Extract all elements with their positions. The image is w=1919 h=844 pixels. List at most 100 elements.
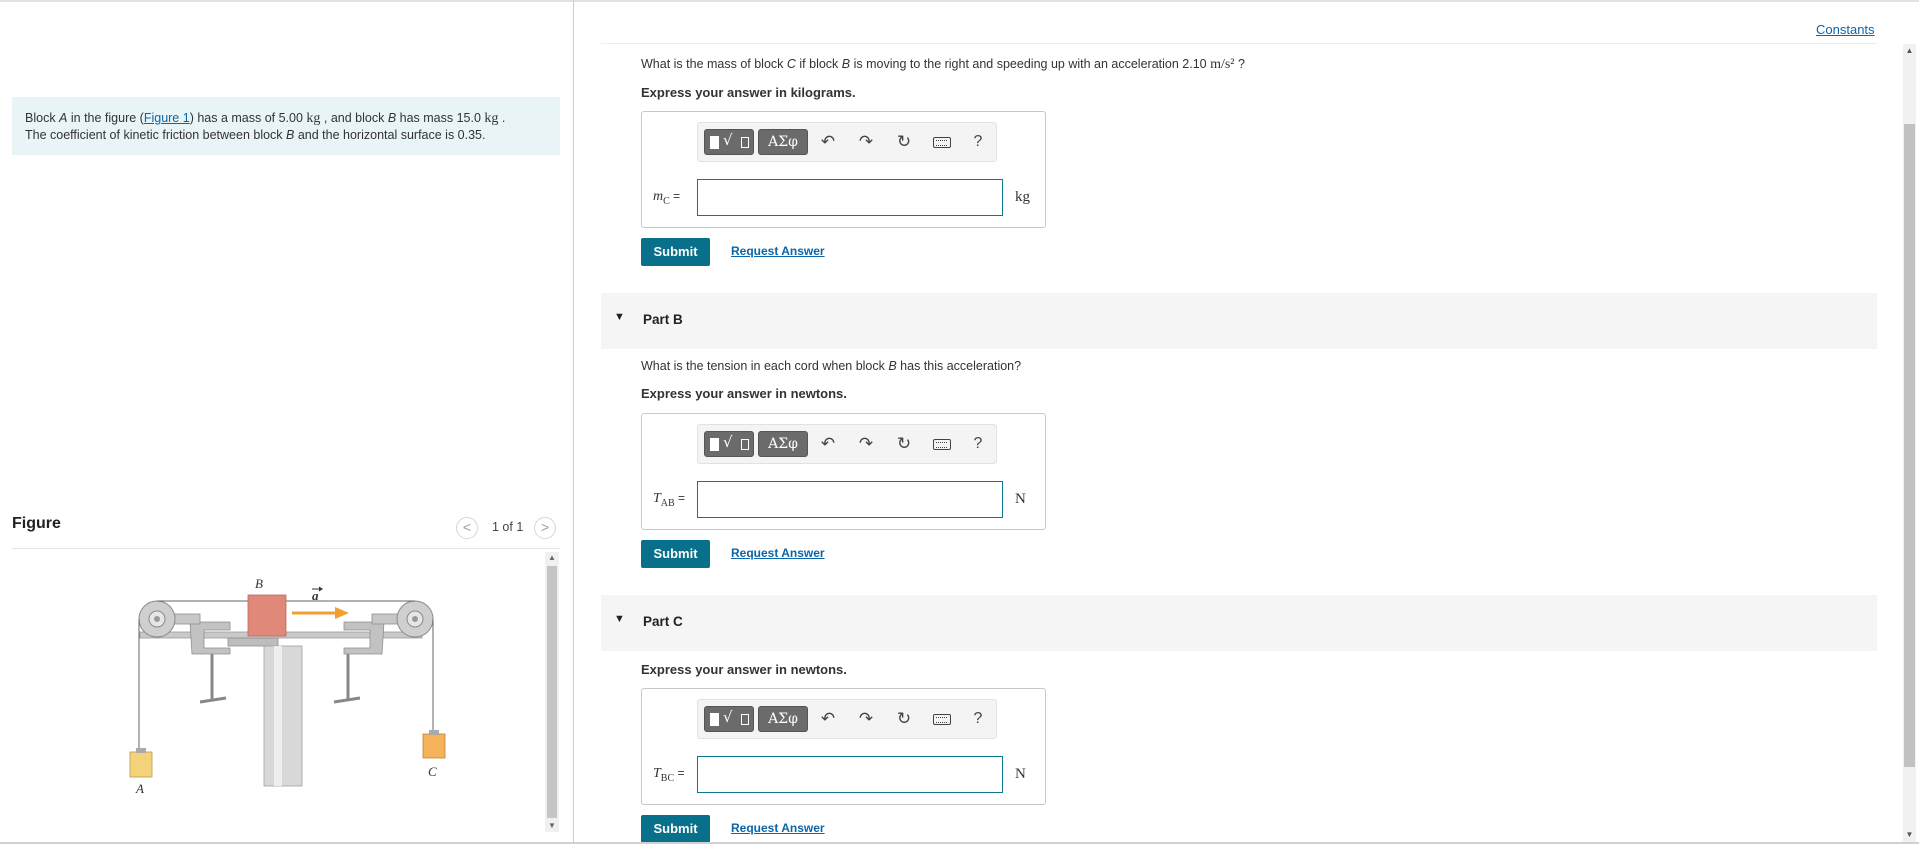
block-b-symbol: B <box>888 359 897 373</box>
question-text: ? <box>1234 57 1245 71</box>
constants-link[interactable]: Constants <box>1816 22 1875 37</box>
problem-text: Block <box>25 111 60 125</box>
figure-scrollbar[interactable]: ▲ ▼ <box>545 552 559 832</box>
page-scroll-down-arrow[interactable]: ▼ <box>1903 830 1916 839</box>
figure-title: Figure <box>12 515 61 532</box>
answer-unit: kg <box>1015 189 1030 205</box>
part-c-request-answer-link[interactable]: Request Answer <box>731 821 825 835</box>
template-box-icon <box>741 714 749 725</box>
reset-icon[interactable]: ↻ <box>892 431 916 457</box>
problem-text: ) has a mass of 5.00 <box>189 111 307 125</box>
pedestal-highlight <box>274 646 282 786</box>
figure-pager-count: 1 of 1 <box>492 520 524 534</box>
problem-line-2: The coefficient of kinetic friction betw… <box>25 127 547 143</box>
right-pulley-axle <box>412 616 418 622</box>
figure-scrollbar-thumb[interactable] <box>547 566 557 818</box>
greek-symbols-button[interactable]: ΑΣφ <box>758 431 808 457</box>
unit-kg: kg <box>484 111 499 126</box>
keyboard-icon[interactable] <box>930 129 954 155</box>
table-pedestal <box>263 645 303 787</box>
radical-icon: √ <box>723 433 733 451</box>
part-b-header[interactable]: ▼ Part B <box>601 293 1877 349</box>
help-icon[interactable]: ? <box>966 431 990 457</box>
problem-text: The coefficient of kinetic friction betw… <box>25 128 287 142</box>
question-text: What is the mass of block <box>641 57 787 71</box>
figure-scroll-down-arrow[interactable]: ▼ <box>545 820 559 832</box>
part-a-question: What is the mass of block C if block B i… <box>641 57 1245 73</box>
templates-button[interactable]: √ <box>704 706 754 732</box>
redo-icon[interactable]: ↷ <box>854 129 878 155</box>
equals-sign: = <box>674 766 685 780</box>
answer-variable-label: TAB = <box>653 491 685 509</box>
part-b-submit-button[interactable]: Submit <box>641 540 710 568</box>
redo-icon[interactable]: ↷ <box>854 706 878 732</box>
caret-down-icon: ▼ <box>614 613 625 625</box>
help-icon[interactable]: ? <box>966 706 990 732</box>
unit-kg: kg <box>306 111 321 126</box>
equals-sign: = <box>669 189 681 203</box>
equals-sign: = <box>674 491 686 505</box>
part-c-submit-button[interactable]: Submit <box>641 815 710 843</box>
block-c-symbol: C <box>786 57 796 71</box>
keyboard-shape <box>933 714 951 725</box>
figure-viewer: B a A C ▲ ▼ <box>12 552 560 832</box>
redo-icon[interactable]: ↷ <box>854 431 878 457</box>
mass-c-input[interactable] <box>697 179 1003 216</box>
part-a-submit-button[interactable]: Submit <box>641 238 710 266</box>
template-block-icon <box>710 438 719 451</box>
part-c-answer-box: √ ΑΣφ ↶ ↷ ↻ ? TBC = N <box>641 688 1046 805</box>
block-c-hook <box>429 730 439 735</box>
part-c-header[interactable]: ▼ Part C <box>601 595 1877 651</box>
next-figure-button[interactable]: > <box>534 517 556 539</box>
keyboard-icon[interactable] <box>930 706 954 732</box>
left-clamp-handle <box>199 696 227 704</box>
template-block-icon <box>710 136 719 149</box>
page-scroll-up-arrow[interactable]: ▲ <box>1903 46 1916 55</box>
part-a-request-answer-link[interactable]: Request Answer <box>731 244 825 258</box>
templates-button[interactable]: √ <box>704 129 754 155</box>
undo-icon[interactable]: ↶ <box>816 431 840 457</box>
templates-button[interactable]: √ <box>704 431 754 457</box>
question-text: What is the tension in each cord when bl… <box>641 359 889 373</box>
part-b-answer-box: √ ΑΣφ ↶ ↷ ↻ ? TAB = N <box>641 413 1046 530</box>
undo-icon[interactable]: ↶ <box>816 129 840 155</box>
keyboard-icon[interactable] <box>930 431 954 457</box>
figure-1-link[interactable]: Figure 1 <box>144 111 190 125</box>
template-box-icon <box>741 137 749 148</box>
acceleration-unit: m/s² <box>1210 57 1235 72</box>
page-scrollbar-thumb[interactable] <box>1904 124 1915 767</box>
acceleration-label: a <box>312 588 319 603</box>
block-b-label: B <box>255 576 263 591</box>
left-pane: Block A in the figure (Figure 1) has a m… <box>0 0 573 844</box>
variable-symbol: T <box>653 491 661 506</box>
block-c <box>422 733 446 759</box>
keyboard-shape <box>933 439 951 450</box>
greek-symbols-button[interactable]: ΑΣφ <box>758 706 808 732</box>
reset-icon[interactable]: ↻ <box>892 706 916 732</box>
math-toolbar: √ ΑΣφ ↶ ↷ ↻ ? <box>697 424 997 464</box>
help-icon[interactable]: ? <box>966 129 990 155</box>
problem-text: and the horizontal surface is 0.35. <box>294 128 486 142</box>
figure-scroll-up-arrow[interactable]: ▲ <box>545 552 559 564</box>
block-b-symbol: B <box>387 111 397 125</box>
answer-unit: N <box>1015 766 1026 782</box>
tension-ab-input[interactable] <box>697 481 1003 518</box>
reset-icon[interactable]: ↻ <box>892 129 916 155</box>
tension-bc-input[interactable] <box>697 756 1003 793</box>
question-text: if block <box>795 57 842 71</box>
previous-figure-button[interactable]: < <box>456 517 478 539</box>
page-scrollbar[interactable]: ▲ ▼ <box>1903 44 1916 842</box>
math-toolbar: √ ΑΣφ ↶ ↷ ↻ ? <box>697 699 997 739</box>
answer-unit: N <box>1015 491 1026 507</box>
problem-text: has mass 15.0 <box>396 111 485 125</box>
undo-icon[interactable]: ↶ <box>816 706 840 732</box>
pulley-system-figure: B a A C <box>129 576 446 796</box>
part-b-request-answer-link[interactable]: Request Answer <box>731 546 825 560</box>
greek-symbols-button[interactable]: ΑΣφ <box>758 129 808 155</box>
block-a-label: A <box>135 781 144 796</box>
acceleration-arrow-head <box>335 607 349 619</box>
block-a-hook <box>136 748 146 753</box>
part-a-instructions: Express your answer in kilograms. <box>641 85 856 100</box>
block-c-label: C <box>428 764 437 779</box>
variable-symbol: T <box>653 766 661 781</box>
